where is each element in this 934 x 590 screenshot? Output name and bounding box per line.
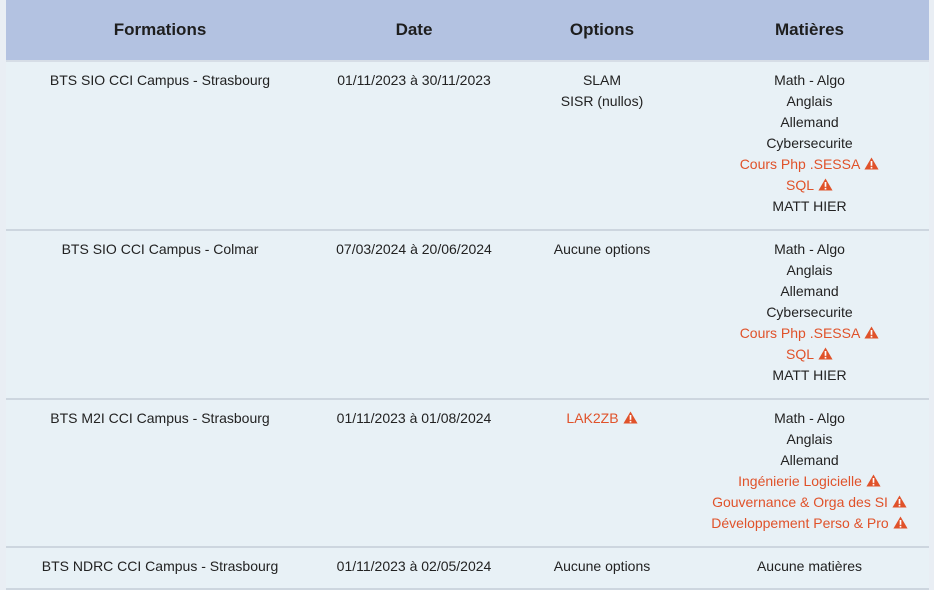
date-cell: 01/11/2023 à 01/08/2024 — [336, 410, 492, 426]
matieres-item: Math - Algo — [690, 70, 929, 91]
options-cell: Aucune options — [514, 231, 690, 398]
item-label: Math - Algo — [774, 410, 845, 426]
warning-icon — [893, 514, 908, 529]
options-item: SLAM — [514, 70, 690, 91]
matieres-item: Anglais — [690, 429, 929, 450]
options-item: SISR (nullos) — [514, 91, 690, 112]
item-label: MATT HIER — [772, 367, 847, 383]
matieres-item: Math - Algo — [690, 408, 929, 429]
formation-cell: BTS SIO CCI Campus - Colmar — [61, 241, 259, 257]
table-row: BTS SIO CCI Campus - Colmar 07/03/2024 à … — [6, 231, 929, 400]
date-cell: 01/11/2023 à 30/11/2023 — [337, 72, 491, 88]
matieres-item: MATT HIER — [690, 365, 929, 386]
item-label: Math - Algo — [774, 241, 845, 257]
matieres-item: Gouvernance & Orga des SI — [690, 492, 929, 513]
warning-icon — [866, 472, 881, 487]
item-label: SQL — [785, 346, 814, 362]
matieres-item: Anglais — [690, 260, 929, 281]
warning-icon — [623, 409, 638, 424]
matieres-item: Développement Perso & Pro — [690, 513, 929, 534]
item-label: SQL — [785, 177, 814, 193]
date-cell: 07/03/2024 à 20/06/2024 — [336, 241, 492, 257]
warning-icon — [818, 345, 833, 360]
item-label: Aucune matières — [756, 558, 863, 574]
matieres-item: SQL — [690, 344, 929, 365]
formation-cell: BTS SIO CCI Campus - Strasbourg — [49, 72, 271, 88]
item-label: SISR (nullos) — [560, 93, 644, 109]
options-item: Aucune options — [514, 239, 690, 260]
header-matieres: Matières — [775, 20, 844, 39]
warning-icon — [892, 493, 907, 508]
item-label: Aucune options — [553, 558, 651, 574]
item-label: Ingénierie Logicielle — [738, 473, 862, 489]
matieres-cell: Math - Algo Anglais Allemand Cybersecurite C… — [690, 231, 929, 398]
table-body: BTS SIO CCI Campus - Strasbourg 01/11/202… — [6, 62, 929, 590]
item-label: Cybersecurite — [766, 135, 853, 151]
item-label: Anglais — [786, 431, 833, 447]
table-row: BTS NDRC CCI Campus - Strasbourg 01/11/20… — [6, 548, 929, 590]
header-date: Date — [395, 20, 433, 39]
item-label: Allemand — [780, 452, 839, 468]
matieres-cell: Aucune matières — [690, 548, 929, 588]
item-label: Allemand — [780, 114, 839, 130]
warning-icon — [864, 155, 879, 170]
matieres-item: Allemand — [690, 450, 929, 471]
options-cell: SLAM SISR (nullos) — [514, 62, 690, 229]
matieres-item: SQL — [690, 175, 929, 196]
matieres-item: MATT HIER — [690, 196, 929, 217]
warning-icon — [818, 176, 833, 191]
matieres-item: Ingénierie Logicielle — [690, 471, 929, 492]
item-label: Développement Perso & Pro — [711, 515, 889, 531]
matieres-item: Cours Php .SESSA — [690, 323, 929, 344]
date-cell: 01/11/2023 à 02/05/2024 — [336, 558, 492, 574]
formations-table: Formations Date Options Matières BTS SIO… — [6, 0, 929, 590]
matieres-item: Math - Algo — [690, 239, 929, 260]
header-formations: Formations — [113, 20, 207, 39]
formation-cell: BTS NDRC CCI Campus - Strasbourg — [41, 558, 279, 574]
item-label: MATT HIER — [772, 198, 847, 214]
item-label: SLAM — [582, 72, 622, 88]
item-label: Anglais — [786, 262, 833, 278]
header-options: Options — [569, 20, 635, 39]
matieres-item: Cours Php .SESSA — [690, 154, 929, 175]
item-label: Cours Php .SESSA — [739, 325, 861, 341]
matieres-item: Anglais — [690, 91, 929, 112]
options-cell: Aucune options — [514, 548, 690, 588]
item-label: LAK2ZB — [566, 410, 619, 426]
options-cell: LAK2ZB — [514, 400, 690, 546]
table-row: BTS M2I CCI Campus - Strasbourg 01/11/202… — [6, 400, 929, 548]
options-item: LAK2ZB — [514, 408, 690, 429]
matieres-item: Cybersecurite — [690, 302, 929, 323]
item-label: Anglais — [786, 93, 833, 109]
options-item: Aucune options — [514, 556, 690, 577]
item-label: Cybersecurite — [766, 304, 853, 320]
item-label: Allemand — [780, 283, 839, 299]
matieres-item: Cybersecurite — [690, 133, 929, 154]
table-header: Formations Date Options Matières — [6, 0, 929, 60]
table-row: BTS SIO CCI Campus - Strasbourg 01/11/202… — [6, 62, 929, 231]
item-label: Cours Php .SESSA — [739, 156, 861, 172]
matieres-item: Aucune matières — [690, 556, 929, 577]
formation-cell: BTS M2I CCI Campus - Strasbourg — [50, 410, 270, 426]
matieres-item: Allemand — [690, 281, 929, 302]
warning-icon — [864, 324, 879, 339]
item-label: Math - Algo — [774, 72, 845, 88]
item-label: Aucune options — [553, 241, 651, 257]
matieres-item: Allemand — [690, 112, 929, 133]
matieres-cell: Math - Algo Anglais Allemand Cybersecurite C… — [690, 62, 929, 229]
matieres-cell: Math - Algo Anglais Allemand Ingénierie Log… — [690, 400, 929, 546]
item-label: Gouvernance & Orga des SI — [712, 494, 888, 510]
